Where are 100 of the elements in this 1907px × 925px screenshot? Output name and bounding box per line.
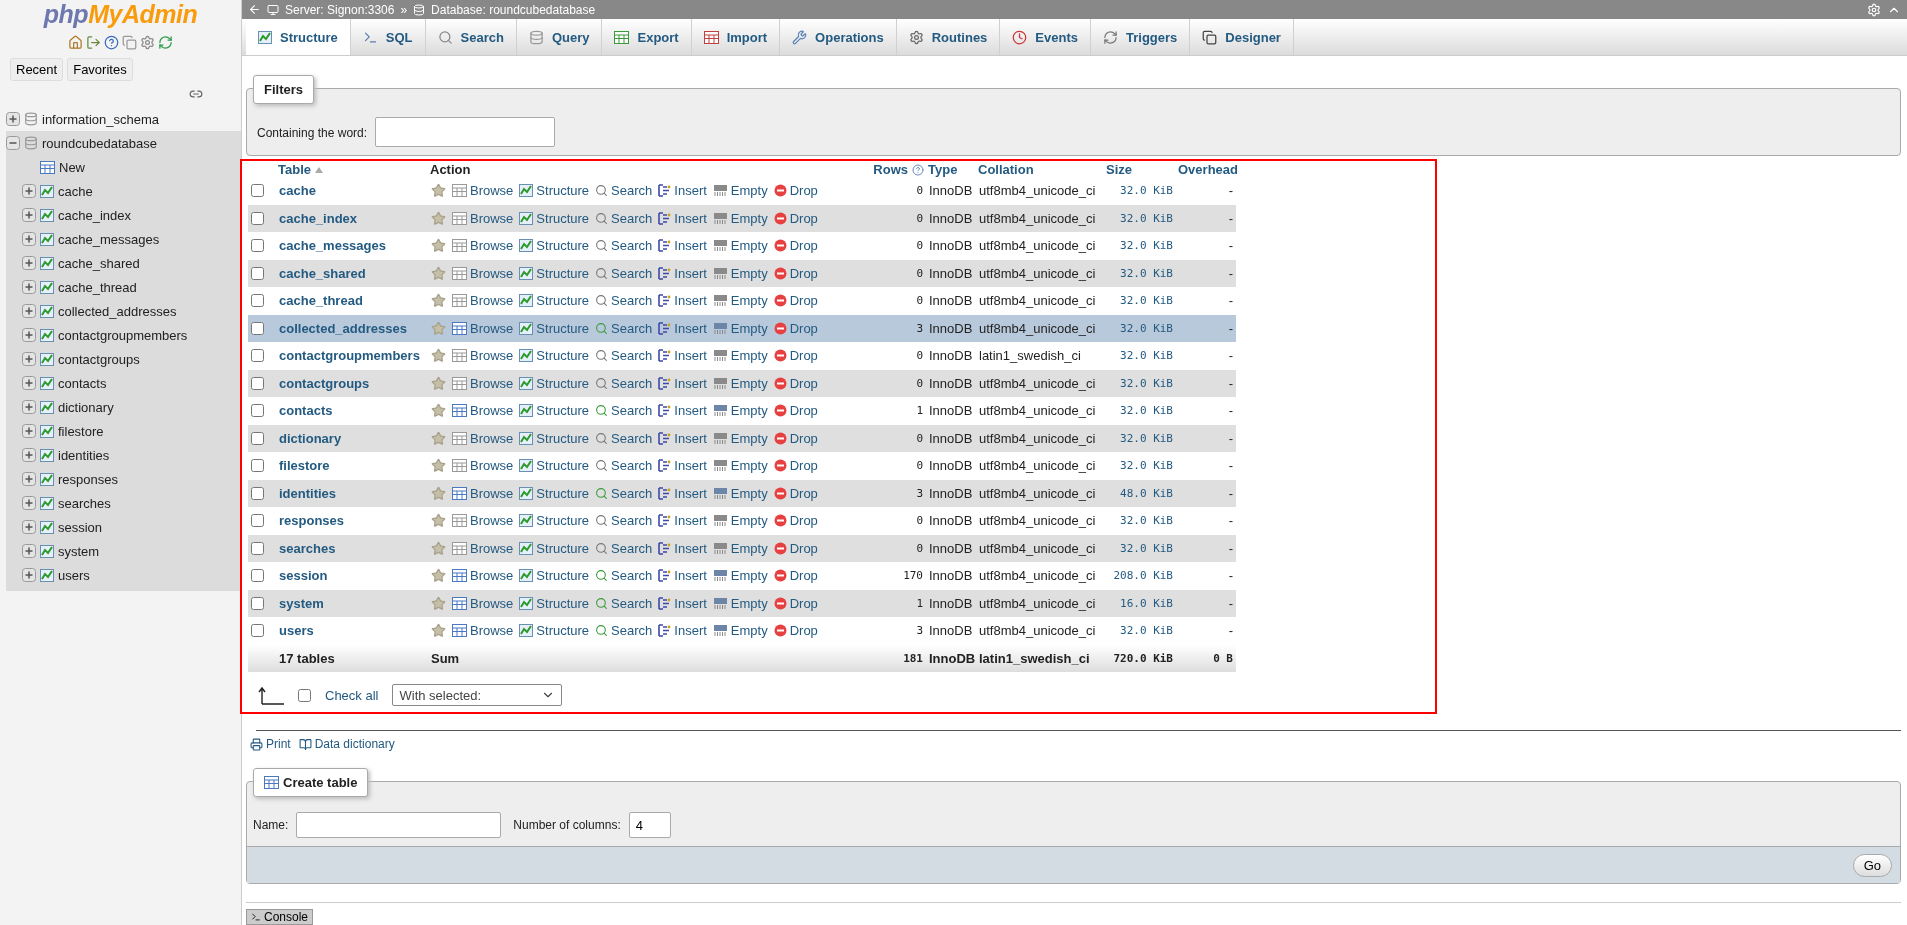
action-link[interactable]: Drop bbox=[789, 540, 818, 556]
action-link[interactable]: Structure bbox=[536, 265, 590, 281]
size-link[interactable]: 32.0 KiB bbox=[1120, 404, 1173, 418]
row-checkbox[interactable] bbox=[251, 239, 264, 253]
row-checkbox[interactable] bbox=[251, 486, 264, 500]
tree-item[interactable]: collected_addresses bbox=[58, 303, 177, 319]
action-link[interactable]: Browse bbox=[470, 238, 514, 254]
action-link[interactable]: Structure bbox=[536, 485, 590, 501]
expand-icon[interactable] bbox=[22, 568, 36, 582]
row-checkbox[interactable] bbox=[251, 596, 264, 610]
table-name-link[interactable]: cache_messages bbox=[279, 238, 386, 254]
size-link[interactable]: 32.0 KiB bbox=[1120, 239, 1173, 253]
action-link[interactable]: Search bbox=[611, 375, 653, 391]
action-link[interactable]: Insert bbox=[674, 265, 707, 281]
size-link[interactable]: 208.0 KiB bbox=[1113, 569, 1173, 583]
action-link[interactable]: Search bbox=[611, 513, 653, 529]
table-row[interactable]: dictionary Browse Structure Search Insert Empty Drop 0 InnoDB utf8mb4_unicode_ci 32.0 KiB - bbox=[248, 424, 1236, 452]
action-link[interactable]: Empty bbox=[730, 293, 768, 309]
action-link[interactable]: Empty bbox=[730, 623, 768, 639]
table-name-link[interactable]: filestore bbox=[279, 458, 330, 474]
action-link[interactable]: Browse bbox=[470, 320, 514, 336]
action-link[interactable]: Browse bbox=[470, 265, 514, 281]
action-link[interactable]: Empty bbox=[730, 430, 768, 446]
row-checkbox[interactable] bbox=[251, 294, 264, 308]
tree-item[interactable]: cache_index bbox=[58, 207, 131, 223]
table-row[interactable]: cache_shared Browse Structure Search Insert Empty Drop 0 InnoDB utf8mb4_unicode_ci 32.0 KiB - bbox=[248, 259, 1236, 287]
table-name-link[interactable]: users bbox=[279, 623, 314, 639]
action-link[interactable]: Structure bbox=[536, 238, 590, 254]
tree-item[interactable]: contactgroups bbox=[58, 351, 140, 367]
table-name-link[interactable]: contactgroupmembers bbox=[279, 348, 420, 364]
table-row[interactable]: identities Browse Structure Search Insert Empty Drop 3 InnoDB utf8mb4_unicode_ci 48.0 KiB - bbox=[248, 479, 1236, 507]
tree-item[interactable]: cache bbox=[58, 183, 93, 199]
action-link[interactable]: Empty bbox=[730, 375, 768, 391]
action-link[interactable]: Insert bbox=[674, 595, 707, 611]
action-link[interactable]: Structure bbox=[536, 568, 590, 584]
tree-item[interactable]: contactgroupmembers bbox=[58, 327, 188, 343]
action-link[interactable]: Empty bbox=[730, 183, 768, 199]
action-link[interactable]: Empty bbox=[730, 320, 768, 336]
action-link[interactable]: Browse bbox=[470, 430, 514, 446]
expand-icon[interactable] bbox=[22, 208, 36, 222]
row-checkbox[interactable] bbox=[251, 459, 264, 473]
action-link[interactable]: Browse bbox=[470, 568, 514, 584]
action-link[interactable]: Insert bbox=[674, 183, 707, 199]
size-link[interactable]: 16.0 KiB bbox=[1120, 596, 1173, 610]
help-icon[interactable] bbox=[912, 164, 924, 176]
action-link[interactable]: Browse bbox=[470, 403, 514, 419]
action-link[interactable]: Empty bbox=[730, 210, 768, 226]
action-link[interactable]: Insert bbox=[674, 320, 707, 336]
tab[interactable]: Operations bbox=[780, 19, 897, 55]
expand-icon[interactable] bbox=[22, 544, 36, 558]
star-icon[interactable] bbox=[431, 623, 446, 639]
tab[interactable]: Structure bbox=[246, 19, 351, 55]
action-link[interactable]: Structure bbox=[536, 540, 590, 556]
star-icon[interactable] bbox=[431, 320, 446, 336]
action-link[interactable]: Browse bbox=[470, 513, 514, 529]
tab[interactable]: Search bbox=[425, 19, 517, 55]
star-icon[interactable] bbox=[431, 238, 446, 254]
expand-icon[interactable] bbox=[22, 304, 36, 318]
action-link[interactable]: Empty bbox=[730, 403, 768, 419]
row-checkbox[interactable] bbox=[251, 321, 264, 335]
tab[interactable]: Import bbox=[691, 19, 781, 55]
action-link[interactable]: Structure bbox=[536, 430, 590, 446]
check-all-checkbox[interactable] bbox=[298, 688, 311, 702]
star-icon[interactable] bbox=[431, 348, 446, 364]
expand-icon[interactable] bbox=[22, 328, 36, 342]
action-link[interactable]: Insert bbox=[674, 568, 707, 584]
star-icon[interactable] bbox=[431, 430, 446, 446]
action-link[interactable]: Insert bbox=[674, 513, 707, 529]
action-link[interactable]: Search bbox=[611, 540, 653, 556]
expand-icon[interactable] bbox=[22, 448, 36, 462]
collapse-icon[interactable] bbox=[6, 136, 20, 150]
star-icon[interactable] bbox=[431, 595, 446, 611]
action-link[interactable]: Browse bbox=[470, 623, 514, 639]
action-link[interactable]: Browse bbox=[470, 183, 514, 199]
tree-item[interactable]: cache_thread bbox=[58, 279, 137, 295]
row-checkbox[interactable] bbox=[251, 211, 264, 225]
tab[interactable]: Events bbox=[1000, 19, 1091, 55]
expand-icon[interactable] bbox=[22, 400, 36, 414]
tree-item[interactable]: information_schema bbox=[42, 111, 160, 127]
table-row[interactable]: cache_index Browse Structure Search Insert Empty Drop 0 InnoDB utf8mb4_unicode_ci 32.0 KiB - bbox=[248, 204, 1236, 232]
tree-item[interactable]: contacts bbox=[58, 375, 107, 391]
table-row[interactable]: collected_addresses Browse Structure Search Insert Empty Drop 3 InnoDB utf8mb4_unicode_ci 32.0 KiB - bbox=[248, 314, 1236, 342]
action-link[interactable]: Search bbox=[611, 183, 653, 199]
action-link[interactable]: Drop bbox=[789, 265, 818, 281]
row-checkbox[interactable] bbox=[251, 404, 264, 418]
tab[interactable]: SQL bbox=[350, 19, 426, 55]
action-link[interactable]: Drop bbox=[789, 458, 818, 474]
table-name-link[interactable]: searches bbox=[279, 540, 336, 556]
breadcrumb-link[interactable]: Server: Signon:3306 bbox=[285, 2, 395, 17]
size-link[interactable]: 32.0 KiB bbox=[1120, 431, 1173, 445]
tree-item[interactable]: responses bbox=[58, 471, 118, 487]
expand-icon[interactable] bbox=[22, 232, 36, 246]
go-button[interactable]: Go bbox=[1852, 853, 1892, 877]
print-link[interactable]: Print bbox=[250, 737, 291, 751]
table-name-link[interactable]: contacts bbox=[279, 403, 333, 419]
star-icon[interactable] bbox=[431, 540, 446, 556]
action-link[interactable]: Structure bbox=[536, 623, 590, 639]
action-link[interactable]: Structure bbox=[536, 403, 590, 419]
action-link[interactable]: Drop bbox=[789, 238, 818, 254]
action-link[interactable]: Search bbox=[611, 623, 653, 639]
